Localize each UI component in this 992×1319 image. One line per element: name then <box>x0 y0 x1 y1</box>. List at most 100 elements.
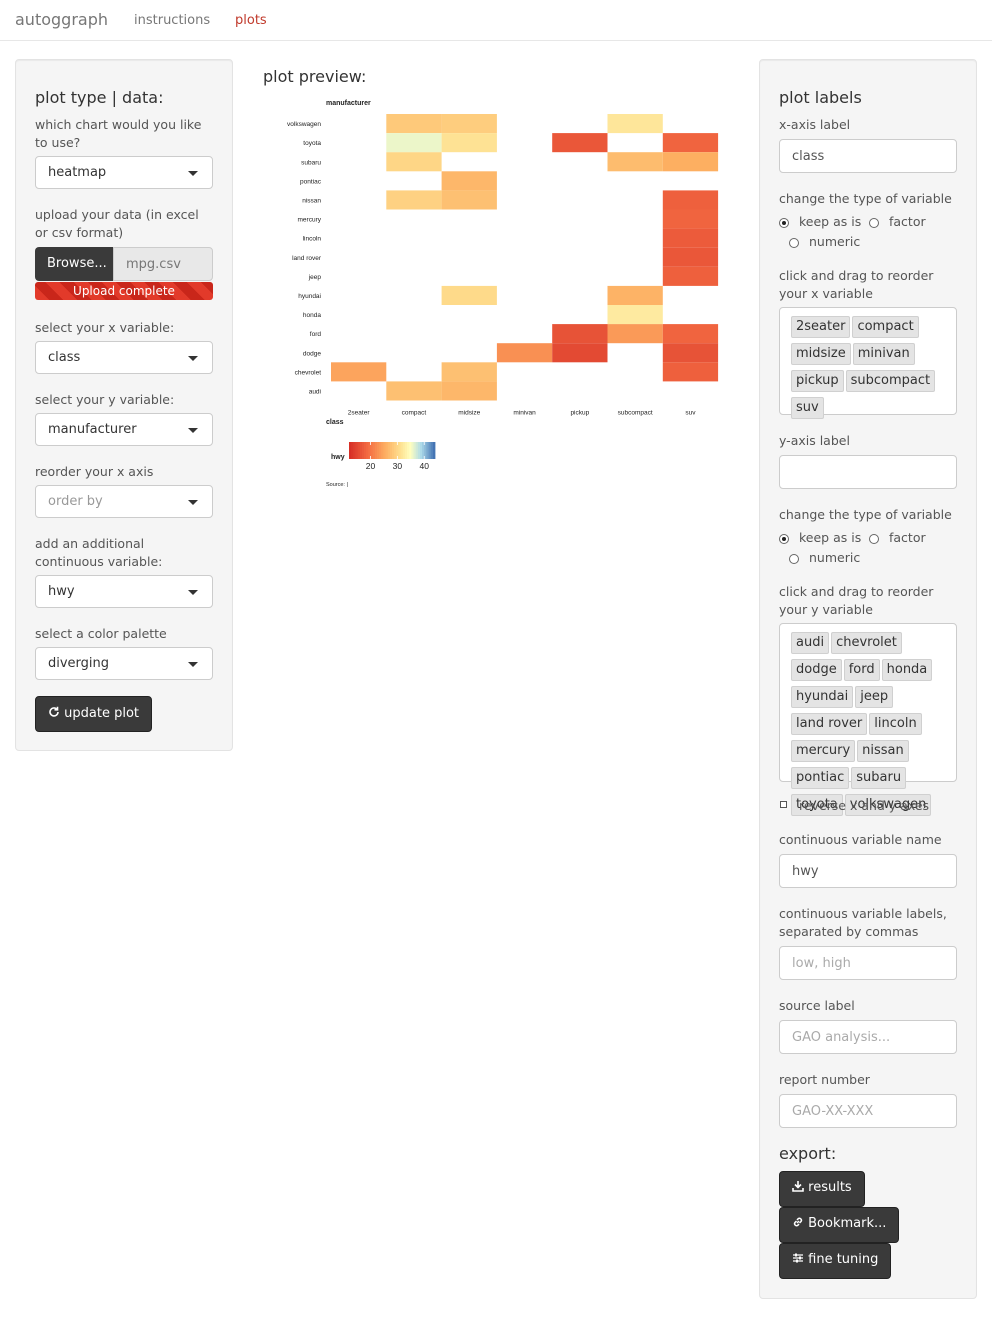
download-icon <box>792 1181 804 1192</box>
x-radio-numeric[interactable] <box>789 238 799 248</box>
heatmap-cell <box>662 228 719 248</box>
navbar: autoggraph instructions plots <box>0 0 992 41</box>
heatmap-cell <box>662 362 719 382</box>
plot-preview-title: plot preview: <box>263 67 367 86</box>
x-variable-value: class <box>48 350 81 365</box>
y-radio-factor[interactable] <box>869 534 879 544</box>
fine-tuning-button[interactable]: fine tuning <box>779 1243 892 1279</box>
continuous-variable-value: hwy <box>48 584 75 599</box>
x-axis-label-caption: x-axis label <box>779 117 851 132</box>
y-radio-factor-label: factor <box>889 530 926 545</box>
y-radio-keep[interactable] <box>779 534 789 544</box>
y-order-chip[interactable]: nissan <box>857 740 909 762</box>
heatmap-cell <box>607 114 663 134</box>
heatmap-cell <box>552 133 608 153</box>
y-order-chip[interactable]: audi <box>791 632 830 654</box>
heatmap-cell <box>386 114 442 134</box>
y-order-chip[interactable]: ford <box>843 659 880 681</box>
reorder-x-label: reorder your x axis <box>35 464 154 479</box>
reverse-axes-label: reverse x and y axes <box>799 798 930 813</box>
y-order-chip[interactable]: hyundai <box>791 686 854 708</box>
palette-label: select a color palette <box>35 626 167 641</box>
y-tick-label: honda <box>303 312 321 319</box>
y-order-chip[interactable]: subaru <box>851 767 907 789</box>
heatmap-cell <box>607 152 663 172</box>
source-label-caption: source label <box>779 998 855 1013</box>
results-download-button[interactable]: results <box>779 1171 865 1207</box>
nav-link-instructions[interactable]: instructions <box>134 13 210 28</box>
bookmark-button[interactable]: Bookmark... <box>779 1207 900 1243</box>
continuous-variable-select[interactable]: hwy <box>35 575 213 608</box>
x-order-chip[interactable]: minivan <box>852 343 915 365</box>
export-title: export: <box>779 1144 837 1163</box>
source-label-input[interactable]: GAO analysis... <box>779 1020 957 1054</box>
report-number-input[interactable]: GAO-XX-XXX <box>779 1094 957 1128</box>
y-order-chip[interactable]: dodge <box>791 659 842 681</box>
x-tick-label: minivan <box>513 410 536 417</box>
y-order-chip[interactable]: chevrolet <box>831 632 902 654</box>
chevron-down-icon <box>188 500 198 505</box>
y-axis-label-input[interactable] <box>779 455 957 489</box>
reverse-axes-checkbox[interactable] <box>780 801 787 808</box>
y-radio-numeric-label: numeric <box>809 550 861 565</box>
x-order-chip[interactable]: subcompact <box>845 370 936 392</box>
x-order-chip[interactable]: compact <box>852 316 919 338</box>
y-tick-label: ford <box>310 331 322 338</box>
y-order-chip[interactable]: lincoln <box>869 713 922 735</box>
heatmap-cell <box>662 343 719 363</box>
x-radio-keep-label: keep as is <box>799 214 862 229</box>
continuous-name-input[interactable]: hwy <box>779 854 957 888</box>
x-order-chip[interactable]: midsize <box>791 343 851 365</box>
results-label: results <box>808 1180 852 1195</box>
chart-type-select[interactable]: heatmap <box>35 156 213 189</box>
chart-type-value: heatmap <box>48 165 107 180</box>
x-tick-label: pickup <box>570 410 589 417</box>
heatmap-chart: manufacturer volkswagen toyota subaru pontia… <box>287 100 719 488</box>
x-radio-factor[interactable] <box>869 218 879 228</box>
heatmap-cell <box>552 324 608 344</box>
palette-select[interactable]: diverging <box>35 647 213 680</box>
x-order-chip[interactable]: pickup <box>791 370 844 392</box>
reorder-x-select[interactable]: order by <box>35 485 213 518</box>
legend-tick-label: 30 <box>393 461 403 471</box>
y-tick-label: hyundai <box>298 293 321 300</box>
y-order-chip[interactable]: jeep <box>855 686 894 708</box>
heatmap-cell <box>441 285 497 305</box>
palette-value: diverging <box>48 656 110 671</box>
x-radio-factor-label: factor <box>889 214 926 229</box>
chevron-down-icon <box>188 356 198 361</box>
labels-panel-title: plot labels <box>779 88 862 107</box>
legend-tick-label: 40 <box>420 461 430 471</box>
y-variable-select[interactable]: manufacturer <box>35 413 213 446</box>
heatmap-cell <box>441 362 497 382</box>
x-variable-select[interactable]: class <box>35 341 213 374</box>
heatmap-cell <box>386 133 442 153</box>
upload-progress-bar: Upload complete <box>35 282 213 300</box>
sliders-icon <box>793 1253 803 1263</box>
y-radio-numeric[interactable] <box>789 554 799 564</box>
y-variable-label: select your y variable: <box>35 392 175 407</box>
legend-title: hwy <box>331 454 345 461</box>
update-plot-button[interactable]: update plot <box>35 696 152 732</box>
brand-title[interactable]: autoggraph <box>15 10 108 29</box>
browse-button[interactable]: Browse... <box>35 247 113 281</box>
y-tick-label: volkswagen <box>287 121 321 128</box>
y-order-chip[interactable]: pontiac <box>791 767 850 789</box>
y-axis-title: manufacturer <box>326 100 371 107</box>
x-order-chip[interactable]: suv <box>791 397 824 419</box>
x-change-type-label: change the type of variable <box>779 191 952 206</box>
heatmap-cell <box>662 152 719 172</box>
y-order-chip[interactable]: land rover <box>791 713 868 735</box>
heatmap-cell <box>386 190 442 210</box>
x-order-chip[interactable]: 2seater <box>791 316 851 338</box>
continuous-labels-input[interactable]: low, high <box>779 946 957 980</box>
x-radio-keep[interactable] <box>779 218 789 228</box>
x-axis-label-input[interactable]: class <box>779 139 957 173</box>
y-tick-label: audi <box>309 388 321 395</box>
nav-link-plots[interactable]: plots <box>235 13 267 28</box>
y-axis-label-caption: y-axis label <box>779 433 850 448</box>
continuous-labels-label: continuous variable labels, separated by… <box>779 906 947 939</box>
y-order-chip[interactable]: mercury <box>791 740 856 762</box>
y-order-chip[interactable]: honda <box>881 659 933 681</box>
y-tick-label: jeep <box>308 274 322 281</box>
